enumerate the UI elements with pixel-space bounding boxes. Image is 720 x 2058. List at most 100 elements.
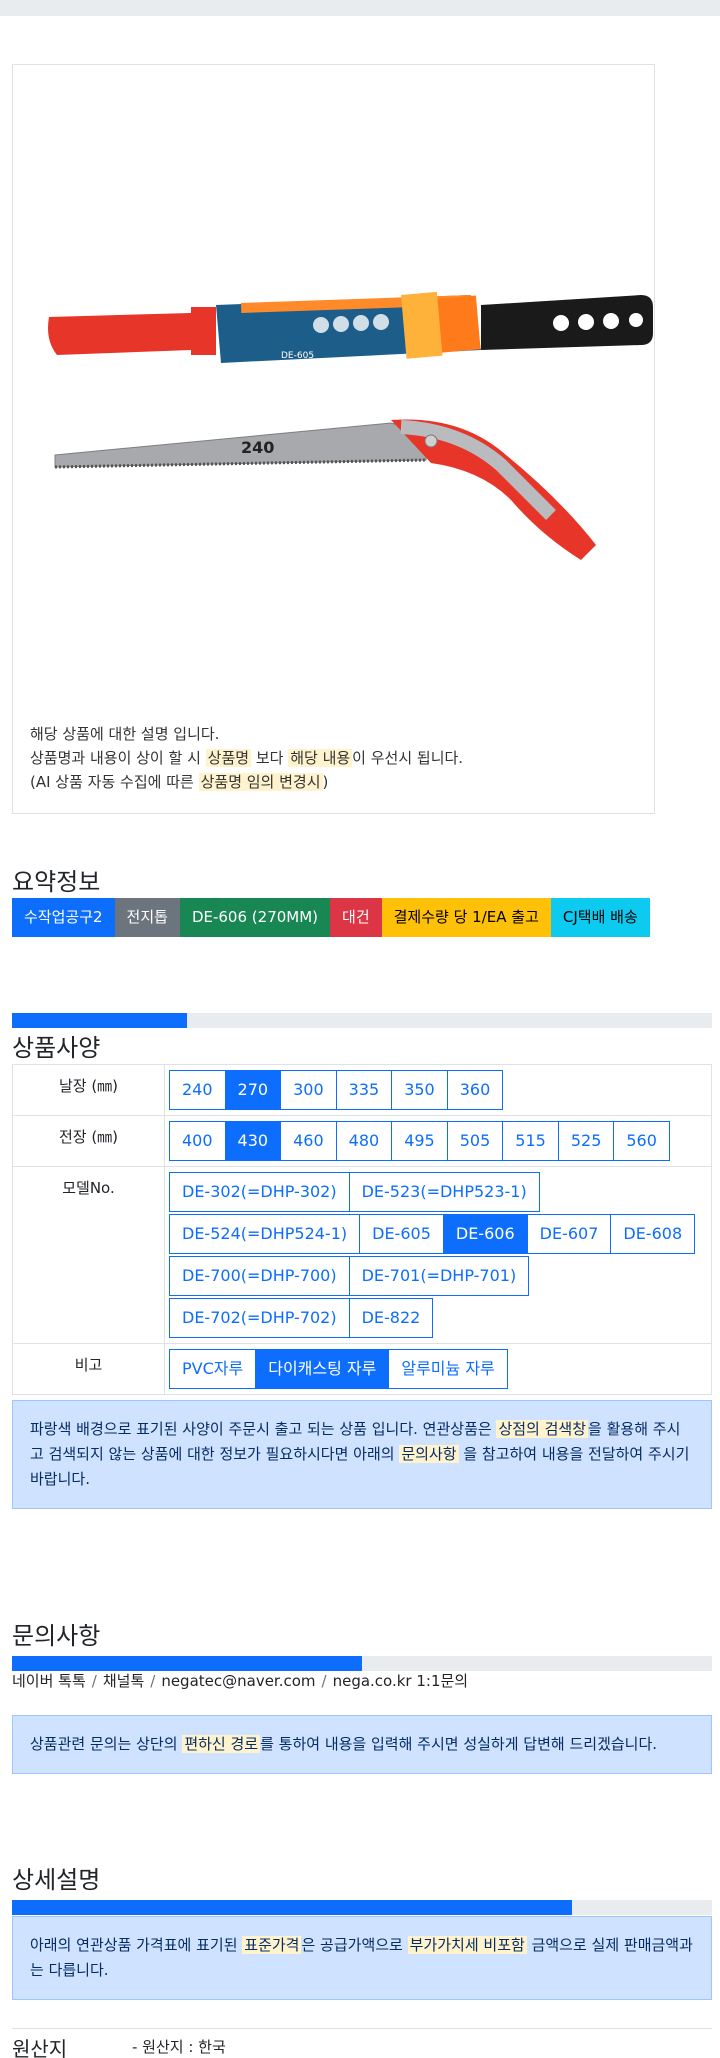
summary-badge: 전지톱 [114,898,180,937]
spec-option-button[interactable]: DE-605 [359,1214,444,1254]
product-image: DE-605 240 [48,291,653,560]
summary-badges: 수작업공구2 전지톱 DE-606 (270MM) 대건 결제수량 당 1/EA 출고 C… [12,898,650,937]
detail-notice-text: 은 공급가액으로 [301,1936,408,1954]
spec-option-button[interactable]: 400 [169,1121,226,1161]
option-group: PVC자루 다이캐스팅 자루 알루미늄 자루 [169,1349,707,1389]
spec-option-button[interactable]: 480 [335,1121,393,1161]
contact-separator: / [150,1672,156,1690]
notice-highlight-search: 상점의 검색창 [496,1420,589,1438]
spec-option-button[interactable]: DE-701(=DHP-701) [348,1256,530,1296]
spec-option-button[interactable]: 525 [557,1121,615,1161]
spec-option-button[interactable]: PVC자루 [169,1349,257,1389]
inquiry-notice-text: 를 통하여 내용을 입력해 주시면 성실하게 답변해 드리겠습니다. [260,1735,658,1753]
specs-notice: 파랑색 배경으로 표기된 사양이 주문시 출고 되는 상품 입니다. 연관상품은… [12,1400,712,1509]
summary-badge: CJ택배 배송 [550,898,650,937]
specs-progress [12,1013,712,1028]
option-group: DE-702(=DHP-702) DE-822 [169,1298,707,1338]
desc-line-3-text: (AI 상품 자동 수집에 따른 [30,773,199,791]
origin-label: 원산지 [12,2037,68,2058]
contact-link[interactable]: 네이버 톡톡 [12,1672,86,1690]
notice-highlight-inquiry: 문의사항 [399,1445,459,1463]
specs-title: 상품사양 [12,1034,101,1062]
contact-separator: / [321,1672,327,1690]
product-card: DE-605 240 해당 상품에 대한 설명 입니다. 상품명과 내용이 상이… [12,64,655,814]
spec-option-button[interactable]: DE-700(=DHP-700) [169,1256,350,1296]
inquiry-title: 문의사항 [12,1622,101,1650]
desc-line-2-text: 이 우선시 됩니다. [352,749,464,767]
summary-badge: 결제수량 당 1/EA 출고 [381,898,551,937]
inquiry-progress [12,1656,712,1671]
detail-title: 상세설명 [12,1866,101,1894]
contact-link[interactable]: negatec@naver.com [161,1672,315,1690]
spec-option-button[interactable]: 240 [169,1070,226,1110]
spec-option-button[interactable]: DE-524(=DHP524-1) [169,1214,361,1254]
spec-label: 비고 [12,1343,165,1395]
spec-option-button[interactable]: DE-608 [610,1214,696,1254]
desc-line-1: 해당 상품에 대한 설명 입니다. [30,725,220,743]
contact-links: 네이버 톡톡 / 채널톡 / negatec@naver.com / nega.co.kr … [12,1670,468,1691]
spec-row: 전장 (㎜) 400 430 460 480 495 505 515 525 560 [12,1115,712,1167]
desc-highlight-product-name: 상품명 [205,749,252,767]
detail-notice: 아래의 연관상품 가격표에 표기된 표준가격 은 공급가액으로 부가가치세 비포함… [12,1916,712,2000]
inquiry-progress-fill [12,1656,362,1671]
spec-option-button[interactable]: 560 [613,1121,670,1161]
spec-option-button[interactable]: 다이캐스팅 자루 [255,1349,390,1389]
inquiry-notice-text: 상품관련 문의는 상단의 [30,1735,183,1753]
specs-progress-fill [12,1013,187,1028]
spec-label: 모델No. [12,1166,165,1344]
detail-progress-fill [12,1900,572,1915]
spec-options: 240 270 300 335 350 360 [164,1064,712,1116]
desc-highlight-rename: 상품명 임의 변경시 [198,773,323,791]
saw-sheath: DE-605 [48,291,653,363]
blade-size-label: 240 [241,438,274,457]
sheath-label: DE-605 [281,351,314,361]
top-bar [0,0,720,16]
summary-badge: DE-606 (270MM) [179,898,331,937]
notice-highlight-vat: 부가가치세 비포함 [407,1936,527,1954]
spec-option-button[interactable]: 505 [446,1121,504,1161]
spec-options: 400 430 460 480 495 505 515 525 560 [164,1115,712,1167]
spec-option-button[interactable]: 460 [280,1121,337,1161]
spec-label: 날장 (㎜) [12,1064,165,1116]
inquiry-notice: 상품관련 문의는 상단의 편하신 경로 를 통하여 내용을 입력해 주시면 성실하… [12,1715,712,1774]
spec-options: PVC자루 다이캐스팅 자루 알루미늄 자루 [164,1343,712,1395]
spec-option-button[interactable]: 495 [391,1121,448,1161]
product-description: 해당 상품에 대한 설명 입니다. 상품명과 내용이 상이 할 시 상품명 보다… [30,722,650,794]
contact-separator: / [91,1672,97,1690]
spec-option-button[interactable]: DE-302(=DHP-302) [169,1172,350,1212]
desc-line-2-text: 상품명과 내용이 상이 할 시 [30,749,206,767]
spec-option-button[interactable]: 360 [446,1070,504,1110]
spec-option-button[interactable]: DE-606 [442,1214,528,1254]
spec-label: 전장 (㎜) [12,1115,165,1167]
origin-divider [12,2028,712,2029]
summary-title: 요약정보 [12,868,101,896]
spec-option-button[interactable]: 270 [224,1070,282,1110]
spec-option-button[interactable]: 515 [502,1121,559,1161]
spec-options: DE-302(=DHP-302) DE-523(=DHP523-1) DE-524(… [164,1166,712,1344]
spec-option-button[interactable]: 알루미늄 자루 [388,1349,508,1389]
option-group: DE-302(=DHP-302) DE-523(=DHP523-1) [169,1172,707,1212]
summary-badge: 수작업공구2 [12,898,115,937]
spec-option-button[interactable]: 335 [335,1070,393,1110]
option-group: DE-524(=DHP524-1) DE-605 DE-606 DE-607 DE-60… [169,1214,707,1254]
detail-progress [12,1900,712,1915]
option-group: DE-700(=DHP-700) DE-701(=DHP-701) [169,1256,707,1296]
contact-link[interactable]: 채널톡 [103,1672,144,1690]
origin-value: - 원산지 : 한국 [132,2038,226,2056]
contact-link[interactable]: nega.co.kr 1:1문의 [333,1672,469,1690]
spec-option-button[interactable]: 350 [391,1070,448,1110]
desc-line-3-text: ) [322,773,329,791]
saw: 240 [54,419,596,560]
specs-notice-text: 파랑색 배경으로 표기된 사양이 주문시 출고 되는 상품 입니다. 연관상품은 [30,1420,497,1438]
notice-highlight-route: 편하신 경로 [182,1735,261,1753]
spec-row: 비고 PVC자루 다이캐스팅 자루 알루미늄 자루 [12,1343,712,1395]
spec-option-button[interactable]: DE-607 [526,1214,612,1254]
spec-option-button[interactable]: 300 [280,1070,337,1110]
spec-option-button[interactable]: 430 [224,1121,282,1161]
summary-badge: 대건 [330,898,382,937]
desc-line-2-text: 보다 [251,749,289,767]
spec-row: 날장 (㎜) 240 270 300 335 350 360 [12,1064,712,1116]
spec-option-button[interactable]: DE-702(=DHP-702) [169,1298,350,1338]
spec-option-button[interactable]: DE-523(=DHP523-1) [348,1172,540,1212]
spec-option-button[interactable]: DE-822 [348,1298,434,1338]
